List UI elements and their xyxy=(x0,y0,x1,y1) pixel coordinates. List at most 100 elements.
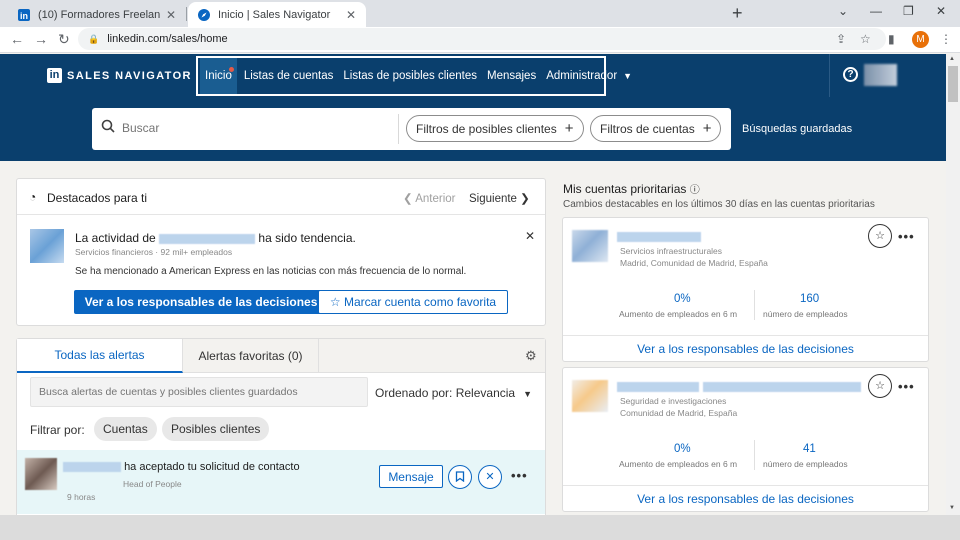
company-name-redacted[interactable] xyxy=(617,382,699,392)
new-tab-icon[interactable]: + xyxy=(732,3,743,23)
header-divider xyxy=(829,54,830,97)
company-name-redacted[interactable] xyxy=(617,232,701,242)
nav-item-listas-cuentas[interactable]: Listas de cuentas xyxy=(239,58,339,94)
tab-title: Inicio | Sales Navigator xyxy=(218,8,331,21)
growth-value: 0% xyxy=(674,443,691,455)
tab-all-alerts[interactable]: Todas las alertas xyxy=(17,339,183,373)
view-decision-makers-link[interactable]: Ver a los responsables de las decisiones xyxy=(563,485,928,511)
account-filters-button[interactable]: Filtros de cuentas + xyxy=(590,115,722,142)
view-decision-makers-link[interactable]: Ver a los responsables de las decisiones xyxy=(563,335,928,361)
featured-description: Se ha mencionado a American Express en l… xyxy=(75,266,467,277)
window-close-icon[interactable]: ✕ xyxy=(936,4,946,18)
view-decision-makers-button[interactable]: Ver a los responsables de las decisiones xyxy=(74,290,328,314)
help-icon[interactable]: ? xyxy=(843,67,858,82)
browser-tab-sales-navigator[interactable]: Inicio | Sales Navigator ✕ xyxy=(188,2,366,27)
nav-item-administrador[interactable]: Administrador ▼ xyxy=(541,58,637,94)
info-icon[interactable]: ⓘ xyxy=(690,185,700,196)
nav-item-listas-clientes[interactable]: Listas de posibles clientes xyxy=(338,58,482,94)
scroll-up-icon[interactable]: ▲ xyxy=(949,56,955,62)
alert-row[interactable]: ha aceptado tu solicitud de contacto Hea… xyxy=(17,450,545,514)
sales-navigator-header: in SALES NAVIGATOR Inicio Listas de cuen… xyxy=(0,54,946,97)
lead-filters-button[interactable]: Filtros de posibles clientes + xyxy=(406,115,584,142)
title-text: Mis cuentas prioritarias xyxy=(563,182,687,196)
nav-label: Inicio xyxy=(205,70,232,82)
restore-icon[interactable]: ❐ xyxy=(903,4,914,18)
main-nav: Inicio Listas de cuentas Listas de posib… xyxy=(196,56,632,96)
nav-label: Mensajes xyxy=(486,70,537,82)
alert-text: ha aceptado tu solicitud de contacto xyxy=(63,461,300,473)
company-name-redacted[interactable] xyxy=(703,382,861,392)
nav-item-inicio[interactable]: Inicio xyxy=(200,58,237,94)
compass-favicon-icon xyxy=(198,8,210,21)
url-text: linkedin.com/sales/home xyxy=(107,33,228,45)
previous-button[interactable]: ❮ Anterior xyxy=(403,191,455,205)
alerts-search-input[interactable] xyxy=(30,377,368,407)
sort-dropdown[interactable]: Ordenado por: Relevancia ▼ xyxy=(375,386,532,400)
nav-label: Listas de posibles clientes xyxy=(343,70,477,82)
saved-searches-link[interactable]: Búsquedas guardadas xyxy=(742,123,852,135)
more-options-icon[interactable]: ••• xyxy=(898,229,915,244)
pill-label: Filtros de posibles clientes xyxy=(416,121,557,136)
tab-favorite-alerts[interactable]: Alertas favoritas (0) xyxy=(183,339,319,373)
browser-tab-bar: in (10) Formadores Freelance | Grupo ✕ I… xyxy=(0,0,960,27)
dismiss-icon[interactable]: ✕ xyxy=(478,465,502,489)
back-icon[interactable]: ← xyxy=(10,31,24,47)
user-avatar[interactable] xyxy=(864,64,897,86)
filter-chip-cuentas[interactable]: Cuentas xyxy=(94,417,157,441)
nav-label: Listas de cuentas xyxy=(243,70,334,82)
svg-text:in: in xyxy=(20,11,28,21)
profile-avatar[interactable]: M xyxy=(912,31,929,48)
favorite-account-button[interactable]: ☆ Marcar cuenta como favorita xyxy=(318,290,508,314)
close-icon[interactable]: ✕ xyxy=(166,8,176,22)
alert-role: Head of People xyxy=(123,479,182,489)
page-scrollbar[interactable] xyxy=(946,54,960,515)
priority-account-card: Servicios infraestructurales Madrid, Com… xyxy=(562,217,929,362)
sales-navigator-logo[interactable]: in SALES NAVIGATOR xyxy=(47,68,192,83)
company-logo[interactable] xyxy=(572,230,608,262)
scrollbar-thumb[interactable] xyxy=(948,66,958,102)
browser-toolbar: ← → ↻ 🔒 linkedin.com/sales/home ⇪ ☆ ▮ M … xyxy=(0,27,960,53)
tab-title: (10) Formadores Freelance | Grupo xyxy=(38,8,160,21)
filter-chip-posibles-clientes[interactable]: Posibles clientes xyxy=(162,417,270,441)
browser-tab-formadores[interactable]: in (10) Formadores Freelance | Grupo ✕ xyxy=(8,2,186,27)
reload-icon[interactable]: ↻ xyxy=(58,31,70,48)
star-icon[interactable]: ☆ xyxy=(868,374,892,398)
alerts-tabs: Todas las alertas Alertas favoritas (0) … xyxy=(17,339,545,373)
close-icon[interactable]: ✕ xyxy=(525,229,535,243)
more-options-icon[interactable]: ••• xyxy=(898,379,915,394)
more-menu-icon[interactable]: ⋮ xyxy=(940,32,952,46)
tab-separator xyxy=(186,7,187,21)
next-button[interactable]: Siguiente ❯ xyxy=(469,191,530,205)
company-logo[interactable] xyxy=(572,380,608,412)
priority-accounts-subtitle: Cambios destacables en los últimos 30 dí… xyxy=(563,199,875,210)
target-icon: ◔ xyxy=(29,190,37,204)
avatar[interactable] xyxy=(25,458,57,490)
linkedin-favicon-icon: in xyxy=(18,8,30,21)
pill-label: Filtros de cuentas xyxy=(600,121,695,136)
search-icon xyxy=(101,119,115,137)
chevron-down-icon[interactable]: ⌄ xyxy=(838,4,848,18)
close-icon[interactable]: ✕ xyxy=(346,8,356,22)
minimize-icon[interactable]: — xyxy=(870,4,882,18)
message-button[interactable]: Mensaje xyxy=(379,465,443,488)
star-icon[interactable]: ☆ xyxy=(868,224,892,248)
share-icon[interactable]: ⇪ xyxy=(836,32,846,46)
featured-headline: La actividad de ha sido tendencia. xyxy=(75,231,356,245)
bookmark-icon[interactable] xyxy=(448,465,472,489)
nav-item-mensajes[interactable]: Mensajes xyxy=(482,58,541,94)
more-options-icon[interactable]: ••• xyxy=(511,468,528,483)
priority-accounts-title: Mis cuentas prioritarias ⓘ xyxy=(563,181,700,196)
company-name-redacted[interactable] xyxy=(159,233,256,244)
prev-label: Anterior xyxy=(415,193,456,205)
person-name-redacted[interactable] xyxy=(63,462,121,473)
forward-icon[interactable]: → xyxy=(34,31,48,47)
bookmark-star-icon[interactable]: ☆ xyxy=(860,32,871,46)
featured-header: ◔ Destacados para ti ❮ Anterior Siguient… xyxy=(17,179,545,215)
scroll-down-icon[interactable]: ▼ xyxy=(949,505,955,511)
featured-subtitle: Servicios financieros · 92 mil+ empleado… xyxy=(75,247,233,257)
company-logo[interactable] xyxy=(30,229,64,263)
nav-label: Administrador xyxy=(546,70,618,82)
address-bar[interactable]: 🔒 linkedin.com/sales/home xyxy=(78,28,886,50)
side-panel-icon[interactable]: ▮ xyxy=(888,32,895,46)
gear-icon[interactable]: ⚙ xyxy=(525,348,537,364)
